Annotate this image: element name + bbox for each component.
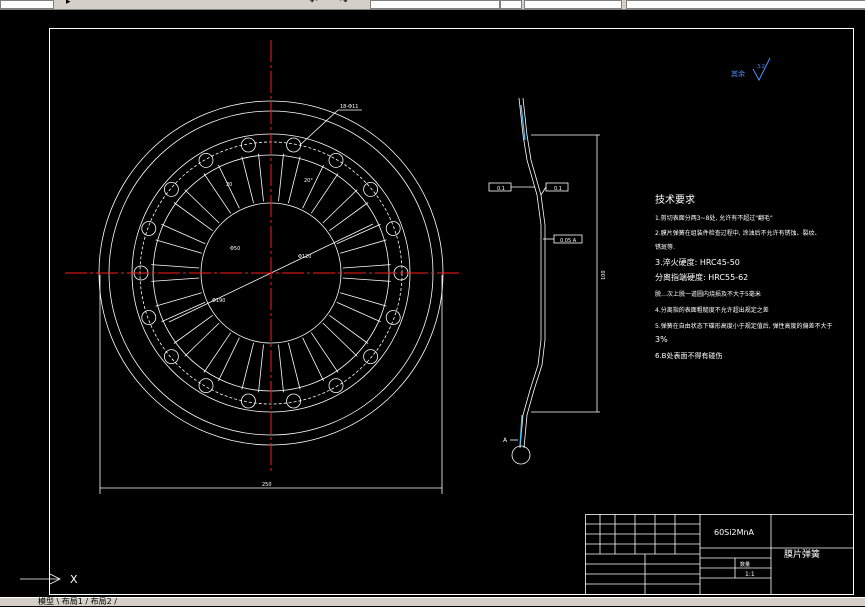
finger-slot-line [155, 239, 202, 254]
outer-diameter-label: Φ190 [212, 298, 225, 304]
toolbar: ▸ ↶ ↷ [0, 0, 865, 10]
fulcrum-circle [511, 445, 531, 465]
slot-end-hole [141, 221, 157, 236]
finger-slot-line [241, 342, 254, 390]
tolerance-text-1: 0.1 [497, 186, 505, 192]
tech-line: 脱…次上脱一道圆内烧损及不大于5毫米 [655, 290, 761, 298]
finger-slot-line [288, 342, 301, 390]
height-dim-label: 100 [601, 270, 607, 280]
color-combo[interactable] [524, 0, 622, 9]
tolerance-text-2: 0.1 [554, 186, 562, 192]
finger-slot-line [151, 277, 200, 282]
hole-callout-label: 18-Φ11 [340, 104, 358, 110]
slot-end-hole [141, 310, 157, 325]
slot-end-hole [198, 152, 214, 168]
tech-line: 6.B处表面不得有碰伤 [655, 351, 722, 360]
ucs-icon [20, 573, 61, 585]
tolerance-text-3: 0.05 A [560, 238, 577, 244]
material-label: 60Si2MnA [714, 528, 755, 537]
finger-slot-line [342, 264, 391, 269]
finger-slot-line [302, 164, 324, 209]
linetype-combo[interactable] [370, 0, 500, 9]
slot-end-hole [163, 181, 179, 197]
finger-slot-line [340, 292, 387, 307]
finger-slot-line [278, 344, 284, 393]
finger-slot-line [288, 156, 301, 204]
datum-label: A [503, 437, 508, 444]
tech-title: 技术要求 [655, 193, 695, 206]
overall-dim-label: 250 [262, 482, 272, 488]
finger-slot-line [342, 277, 391, 282]
tech-line: 3.淬火硬度: HRC45-50 [655, 257, 740, 267]
finger-slot-line [155, 292, 202, 307]
slot-dim-label: 20 [226, 182, 232, 188]
finger-slot-line [329, 314, 369, 344]
scale-label: 1:1 [745, 571, 755, 578]
slot-end-hole [385, 221, 401, 236]
leader-2 [540, 186, 547, 196]
finger-slot-line [310, 332, 339, 373]
finger-slot-line [151, 264, 200, 269]
finger-slot-line [161, 223, 206, 245]
layout-tabs[interactable]: 模型 \ 布局1 / 布局2 / [38, 596, 117, 607]
tech-line: 4.分离指的表面粗糙度不允许超出规定之差 [655, 306, 769, 314]
finger-slot-line [218, 337, 240, 382]
tech-line: 3% [655, 335, 668, 344]
undo-icon[interactable]: ↶ [310, 0, 318, 7]
slot-end-hole [385, 310, 401, 325]
lineweight-combo[interactable] [500, 0, 522, 9]
inner-diameter-label: Φ50 [230, 246, 240, 252]
finger-slot-line [302, 337, 324, 382]
slot-end-hole [363, 349, 379, 365]
angle-dim-label: 20° [304, 178, 313, 184]
redo-icon[interactable]: ↷ [340, 0, 348, 7]
section-outline-right [522, 97, 546, 449]
slot-end-hole [328, 378, 344, 394]
mid-diameter-label: Φ120 [298, 254, 311, 260]
finger-slot-line [184, 322, 220, 357]
finger-slot-line [336, 301, 381, 323]
slot-end-hole [163, 349, 179, 365]
plotstyle-combo[interactable] [626, 0, 865, 9]
tech-line: 2.膜片弹簧在组装件检查过程中, 涂油后不允许有锈蚀、裂纹、 [655, 229, 821, 237]
finger-slot-line [329, 202, 369, 232]
section-outline-left [518, 97, 542, 449]
finger-slot-line [161, 301, 206, 323]
finger-slot-line [258, 344, 264, 393]
tech-line: 5.弹簧在自由状态下碟形高度小于规定值后, 弹性高度的偏差不大于 [655, 322, 833, 330]
finger-slot-line [278, 153, 284, 202]
slot-end-hole [363, 181, 379, 197]
slot-end-hole [240, 137, 256, 153]
finger-slot-line [203, 332, 232, 373]
tech-line: 分离指端硬度: HRC55-62 [655, 272, 748, 282]
finger-slot-line [336, 223, 381, 245]
finger-slot-line [322, 189, 358, 224]
slot-end-hole [240, 393, 256, 409]
slot-end-hole [198, 378, 214, 394]
tech-line: 1.剪切表面分两3~8处, 允许有不超过"翻毛" [655, 214, 773, 222]
arrow-icon[interactable]: ▸ [66, 0, 71, 7]
hole-leader-line [299, 109, 339, 146]
ucs-axis-label: X [70, 573, 78, 586]
roughness-value: 3.2 [757, 64, 765, 70]
finger-slot-line [173, 202, 213, 232]
finger-slot-line [258, 153, 264, 202]
finger-slot-line [241, 156, 254, 204]
part-name-label: 膜片弹簧 [784, 548, 820, 560]
finger-slot-line [203, 173, 232, 214]
finger-slot-line [340, 239, 387, 254]
roughness-note: 其余 [731, 69, 745, 78]
finger-slot-line [173, 314, 213, 344]
finger-slot-line [322, 322, 358, 357]
section-view [488, 97, 600, 465]
finger-slot-line [184, 189, 220, 224]
slot-end-hole [286, 137, 302, 153]
tech-line: 锈斑等. [655, 243, 675, 251]
finger-slot-line [310, 173, 339, 214]
slot-end-hole [328, 152, 344, 168]
tech-notes: 1.剪切表面分两3~8处, 允许有不超过"翻毛" 2.膜片弹簧在组装件检查过程中… [655, 214, 833, 360]
cad-drawing[interactable]: 18-Φ11 20 20° Φ50 Φ120 Φ190 250 0.1 0.1 … [0, 10, 865, 597]
mass-label: 数量 [740, 561, 750, 568]
layer-combo[interactable] [0, 0, 54, 9]
